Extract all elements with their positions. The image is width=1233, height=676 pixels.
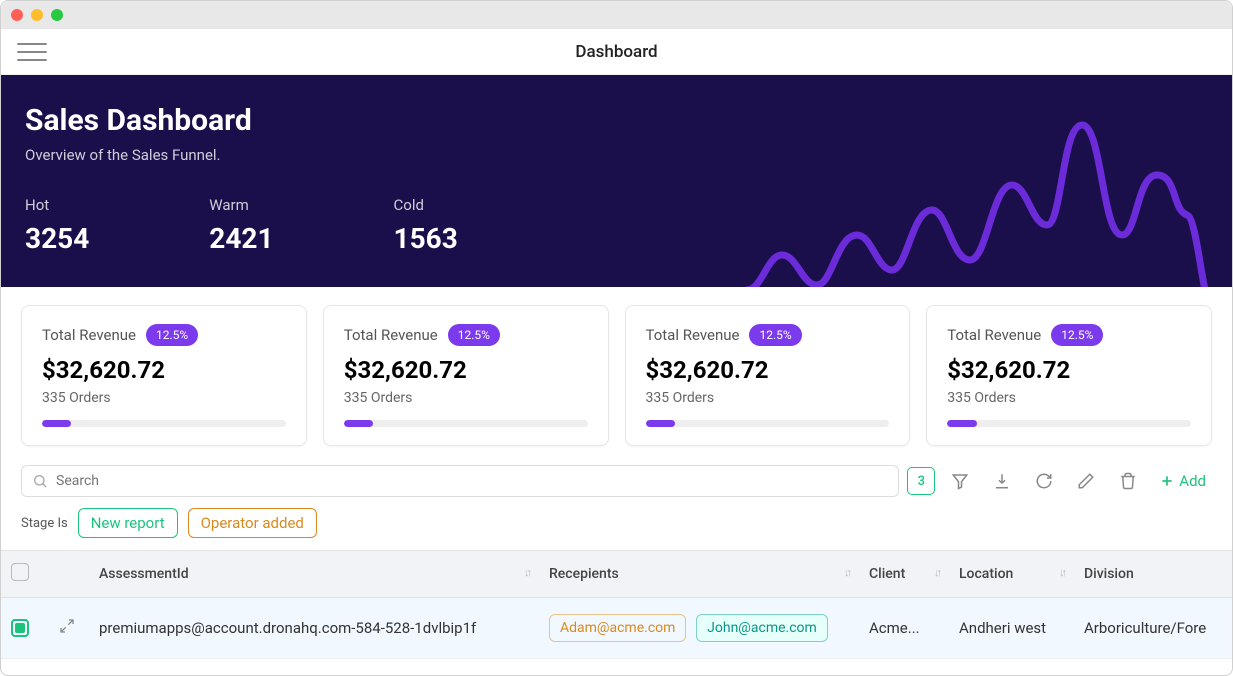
table-header-row: AssessmentId↓↑ Recepients↓↑ Client↓↑ Loc… xyxy=(1,551,1232,598)
filter-pill-operator-added[interactable]: Operator added xyxy=(188,508,317,538)
card-value: $32,620.72 xyxy=(344,356,588,384)
card-value: $32,620.72 xyxy=(646,356,890,384)
trash-icon xyxy=(1119,472,1137,490)
sort-icon: ↓↑ xyxy=(934,566,939,579)
data-table: AssessmentId↓↑ Recepients↓↑ Client↓↑ Loc… xyxy=(1,550,1232,659)
card-badge: 12.5% xyxy=(1051,324,1103,346)
metric-value: 3254 xyxy=(25,222,89,255)
card-sub: 335 Orders xyxy=(344,390,588,406)
table-header[interactable]: Location↓↑ xyxy=(949,551,1074,598)
select-all-checkbox[interactable] xyxy=(11,563,29,581)
card-label: Total Revenue xyxy=(344,326,438,344)
plus-icon xyxy=(1159,473,1175,489)
table-header[interactable]: Client↓↑ xyxy=(859,551,949,598)
edit-button[interactable] xyxy=(1069,464,1103,498)
table-toolbar: 3 Add xyxy=(1,464,1232,498)
search-input[interactable] xyxy=(56,473,888,489)
table-header[interactable]: Recepients↓↑ xyxy=(539,551,859,598)
card-sub: 335 Orders xyxy=(646,390,890,406)
card-value: $32,620.72 xyxy=(947,356,1191,384)
window-titlebar xyxy=(1,1,1232,29)
card-sub: 335 Orders xyxy=(42,390,286,406)
card-progress xyxy=(947,420,1191,427)
page-title: Dashboard xyxy=(575,42,657,62)
table-row[interactable]: premiumapps@account.dronahq.com-584-528-… xyxy=(1,598,1232,659)
row-checkbox[interactable] xyxy=(11,619,29,637)
refresh-button[interactable] xyxy=(1027,464,1061,498)
search-icon xyxy=(32,473,48,489)
filter-label: Stage Is xyxy=(21,516,68,531)
card-progress xyxy=(344,420,588,427)
sort-icon: ↓↑ xyxy=(844,566,849,579)
close-window-button[interactable] xyxy=(11,9,23,21)
card-badge: 12.5% xyxy=(448,324,500,346)
recipient-tag[interactable]: Adam@acme.com xyxy=(549,614,686,642)
card-badge: 12.5% xyxy=(146,324,198,346)
search-box[interactable] xyxy=(21,465,899,497)
metric-warm: Warm 2421 xyxy=(209,196,273,255)
card-label: Total Revenue xyxy=(646,326,740,344)
filter-pill-new-report[interactable]: New report xyxy=(78,508,178,538)
cell-assessment-id: premiumapps@account.dronahq.com-584-528-… xyxy=(89,598,539,659)
card-badge: 12.5% xyxy=(749,324,801,346)
metric-value: 2421 xyxy=(209,222,273,255)
metric-hot: Hot 3254 xyxy=(25,196,89,255)
hero-sparkline-chart xyxy=(742,95,1212,287)
delete-button[interactable] xyxy=(1111,464,1145,498)
card-label: Total Revenue xyxy=(947,326,1041,344)
recipient-tag[interactable]: John@acme.com xyxy=(696,614,828,642)
card-progress xyxy=(42,420,286,427)
card-sub: 335 Orders xyxy=(947,390,1191,406)
hero-banner: Sales Dashboard Overview of the Sales Fu… xyxy=(1,75,1232,287)
card-value: $32,620.72 xyxy=(42,356,286,384)
sort-icon: ↓↑ xyxy=(1059,566,1064,579)
table-header[interactable]: Division xyxy=(1074,551,1232,598)
metric-label: Hot xyxy=(25,196,89,214)
revenue-cards: Total Revenue 12.5% $32,620.72 335 Order… xyxy=(1,287,1232,464)
maximize-window-button[interactable] xyxy=(51,9,63,21)
refresh-icon xyxy=(1035,472,1053,490)
filter-icon xyxy=(951,472,969,490)
download-button[interactable] xyxy=(985,464,1019,498)
cell-location: Andheri west xyxy=(949,598,1074,659)
sort-icon: ↓↑ xyxy=(524,566,529,579)
pencil-icon xyxy=(1077,472,1095,490)
filter-button[interactable] xyxy=(943,464,977,498)
revenue-card: Total Revenue 12.5% $32,620.72 335 Order… xyxy=(926,305,1212,446)
filter-row: Stage Is New report Operator added xyxy=(1,508,1232,550)
selected-count[interactable]: 3 xyxy=(907,467,935,495)
metric-label: Warm xyxy=(209,196,273,214)
revenue-card: Total Revenue 12.5% $32,620.72 335 Order… xyxy=(625,305,911,446)
metric-label: Cold xyxy=(394,196,458,214)
add-button[interactable]: Add xyxy=(1153,468,1212,494)
card-progress xyxy=(646,420,890,427)
table-header[interactable]: AssessmentId↓↑ xyxy=(89,551,539,598)
add-label: Add xyxy=(1179,472,1206,490)
revenue-card: Total Revenue 12.5% $32,620.72 335 Order… xyxy=(323,305,609,446)
revenue-card: Total Revenue 12.5% $32,620.72 335 Order… xyxy=(21,305,307,446)
minimize-window-button[interactable] xyxy=(31,9,43,21)
cell-recipients: Adam@acme.com John@acme.com xyxy=(539,598,859,659)
metric-value: 1563 xyxy=(394,222,458,255)
topbar: Dashboard xyxy=(1,29,1232,75)
cell-client: Acme... xyxy=(859,598,949,659)
card-label: Total Revenue xyxy=(42,326,136,344)
download-icon xyxy=(993,472,1011,490)
menu-button[interactable] xyxy=(17,40,47,64)
metric-cold: Cold 1563 xyxy=(394,196,458,255)
cell-division: Arboriculture/Fore xyxy=(1074,598,1232,659)
expand-icon[interactable] xyxy=(59,618,75,634)
